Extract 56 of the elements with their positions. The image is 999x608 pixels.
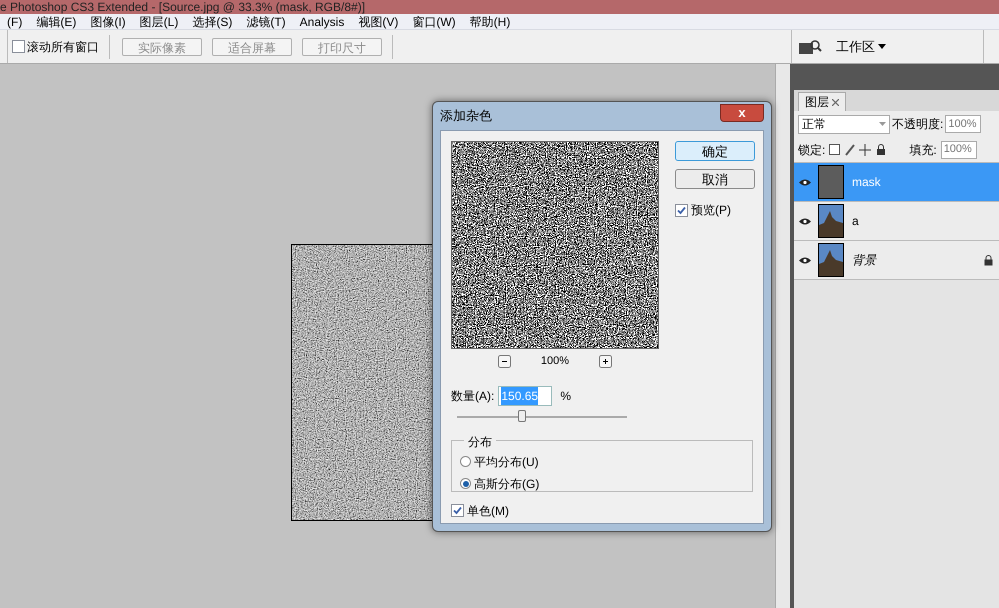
radio-button[interactable] <box>460 456 471 467</box>
caret-icon <box>879 122 886 126</box>
menu-item[interactable]: 滤镜(T) <box>239 12 293 30</box>
lock-label: 锁定: <box>798 142 826 158</box>
panel-tab[interactable]: 图层 <box>798 92 846 111</box>
opacity-field[interactable]: 100% <box>945 115 982 133</box>
cancel-button[interactable]: 取消 <box>675 169 755 189</box>
opacity-label: 不透明度: <box>892 116 944 133</box>
menu-item[interactable]: 选择(S) <box>185 12 240 30</box>
radio-label: 高斯分布(G) <box>474 476 540 492</box>
fill-label: 填充: <box>909 142 937 158</box>
slider-thumb[interactable] <box>518 410 526 422</box>
layer-name: a <box>852 213 859 230</box>
layer-thumbnail <box>818 204 844 238</box>
layer-row[interactable]: a <box>794 202 999 241</box>
caret-icon <box>878 44 886 49</box>
layer-thumbnail <box>818 165 844 199</box>
checkbox[interactable] <box>451 504 464 517</box>
close-icon[interactable] <box>832 98 839 106</box>
layer-row[interactable]: 背景 <box>794 241 999 280</box>
dialog-title: 添加杂色 <box>440 107 492 126</box>
zoom-level: 100% <box>540 354 570 369</box>
layer-name: mask <box>852 174 881 191</box>
menu-item[interactable]: 窗口(W) <box>405 12 463 30</box>
zoom-out-icon[interactable] <box>498 354 511 368</box>
radio-label: 平均分布(U) <box>474 454 539 470</box>
checkbox[interactable] <box>12 40 25 53</box>
menu-item[interactable]: 帮助(H) <box>462 12 518 30</box>
zoom-in-icon[interactable] <box>599 354 612 368</box>
menu-item[interactable]: (F) <box>0 12 30 30</box>
eye-icon[interactable] <box>798 178 812 186</box>
preview-label: 预览(P) <box>691 202 731 219</box>
eye-icon[interactable] <box>798 216 812 226</box>
radio-button[interactable] <box>460 478 471 489</box>
percent-unit: % <box>560 388 572 404</box>
fill-field[interactable]: 100% <box>940 140 977 158</box>
close-button[interactable]: x <box>720 104 764 122</box>
checkbox[interactable] <box>675 204 688 216</box>
checkbox-label: 滚动所有窗口 <box>27 38 99 56</box>
lock-icons-drawing[interactable] <box>829 144 888 156</box>
menu-item[interactable]: 图层(L) <box>132 12 186 30</box>
eye-icon[interactable] <box>798 256 812 264</box>
bridge-icon[interactable] <box>798 38 822 54</box>
mono-label: 单色(M) <box>467 502 509 520</box>
blend-mode-select[interactable]: 正常 <box>798 114 890 134</box>
menu-item[interactable]: Analysis <box>292 12 352 30</box>
workspace-button[interactable]: 工作区 <box>836 36 886 56</box>
layer-thumbnail <box>818 243 844 277</box>
menu-item[interactable]: 编辑(E) <box>29 12 84 30</box>
window-title: e Photoshop CS3 Extended - [Source.jpg @ 33.3% (mask, RGB/8#)] <box>0 0 366 14</box>
scrollbar[interactable] <box>775 64 790 608</box>
amount-label: 数量(A): <box>451 388 494 404</box>
layer-name: 背景 <box>852 252 876 269</box>
menu-item[interactable]: 视图(V) <box>351 12 406 30</box>
menu-item[interactable]: 图像(I) <box>83 12 133 30</box>
ok-button[interactable]: 确定 <box>675 141 755 161</box>
